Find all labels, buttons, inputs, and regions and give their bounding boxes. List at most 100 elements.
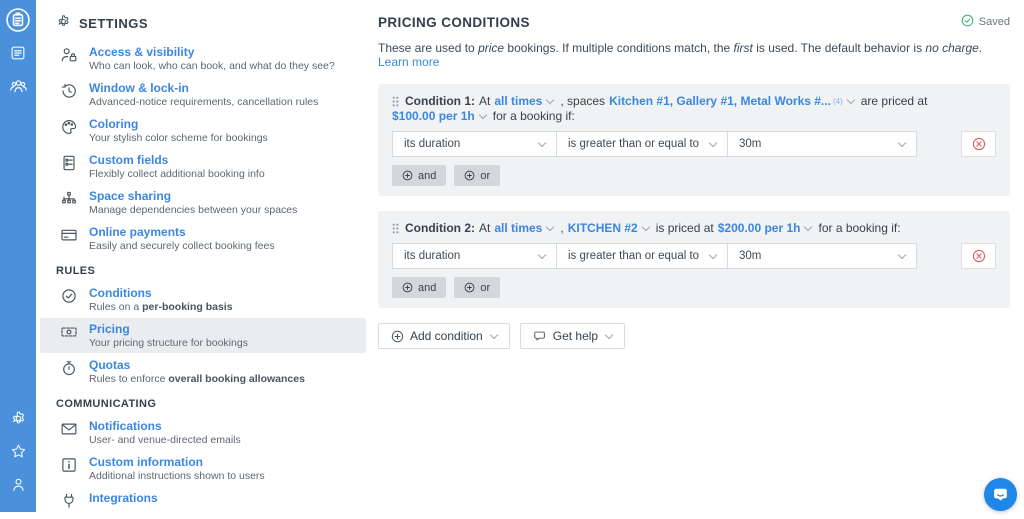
condition-summary: Condition 1: At all times , spaces Kitch… [392, 94, 996, 124]
sidebar-item-subtitle: Easily and securely collect booking fees [89, 240, 275, 252]
drag-handle-icon[interactable] [392, 96, 399, 107]
spaces-selector[interactable]: Kitchen #1, Gallery #1, Metal Works #... [609, 94, 831, 109]
chevron-down-icon [546, 223, 554, 231]
settings-sidebar: SETTINGS Access & visibility Who can loo… [36, 0, 368, 512]
bookings-list-icon[interactable] [5, 40, 31, 66]
pricing-conditions-panel: PRICING CONDITIONS Saved These are used … [378, 0, 1010, 349]
condition-text: , spaces [560, 94, 605, 109]
chat-launcher-button[interactable] [984, 478, 1017, 511]
add-or-button[interactable]: or [454, 277, 500, 298]
sidebar-item-subtitle: Your stylish color scheme for bookings [89, 132, 268, 144]
condition-card-2: Condition 2: At all times , KITCHEN #2 i… [378, 211, 1010, 308]
saved-check-icon [961, 14, 974, 30]
sidebar-item-subtitle: Your pricing structure for bookings [89, 337, 248, 349]
rail-settings-gear-icon[interactable] [5, 405, 31, 431]
add-and-button[interactable]: and [392, 277, 446, 298]
time-selector[interactable]: all times [494, 221, 542, 236]
field-select[interactable]: its duration [392, 243, 557, 269]
delete-condition-button[interactable] [961, 243, 996, 269]
chevron-down-icon [804, 223, 812, 231]
sidebar-item-window-lock-in[interactable]: Window & lock-in Advanced-notice require… [40, 77, 366, 112]
drag-handle-icon[interactable] [392, 223, 399, 234]
sidebar-item-subtitle: Flexibly collect additional booking info [89, 168, 265, 180]
sidebar-item-subtitle: Advanced-notice requirements, cancellati… [89, 96, 318, 108]
saved-status: Saved [961, 14, 1010, 30]
value-select[interactable]: 30m [727, 131, 917, 157]
sidebar-item-notifications[interactable]: Notifications User- and venue-directed e… [40, 415, 366, 450]
operator-select[interactable]: is greater than or equal to [556, 243, 728, 269]
sidebar-item-subtitle: Rules to enforce overall booking allowan… [89, 373, 305, 385]
settings-title: SETTINGS [79, 16, 148, 31]
delete-condition-button[interactable] [961, 131, 996, 157]
learn-more-link[interactable]: Learn more [378, 55, 439, 69]
chevron-down-icon [846, 96, 854, 104]
app-logo-icon[interactable] [5, 7, 31, 33]
add-condition-button[interactable]: Add condition [378, 323, 510, 349]
price-selector[interactable]: $100.00 per 1h [392, 109, 475, 124]
sidebar-item-subtitle: Who can look, who can book, and what do … [89, 60, 335, 72]
field-select[interactable]: its duration [392, 131, 557, 157]
add-and-button[interactable]: and [392, 165, 446, 186]
condition-text: for a booking if: [493, 109, 575, 124]
sidebar-item-space-sharing[interactable]: Space sharing Manage dependencies betwee… [40, 185, 366, 220]
spaces-selector[interactable]: KITCHEN #2 [568, 221, 638, 236]
chevron-down-icon [546, 96, 554, 104]
condition-text: At [479, 94, 490, 109]
palette-icon [60, 117, 78, 144]
chevron-down-icon [709, 250, 717, 258]
sidebar-item-title: Custom fields [89, 153, 265, 167]
sidebar-item-access-visibility[interactable]: Access & visibility Who can look, who ca… [40, 41, 366, 76]
chevron-down-icon [709, 138, 717, 146]
condition-label: Condition 2: [405, 221, 475, 236]
condition-text: for a booking if: [818, 221, 900, 236]
sidebar-item-conditions[interactable]: Conditions Rules on a per-booking basis [40, 282, 366, 317]
condition-text: At [479, 221, 490, 236]
sidebar-item-title: Space sharing [89, 189, 297, 203]
chevron-down-icon [898, 250, 906, 258]
chevron-down-icon [605, 330, 613, 338]
condition-text: are priced at [861, 94, 928, 109]
hierarchy-icon [60, 189, 78, 216]
sidebar-item-subtitle: Manage dependencies between your spaces [89, 204, 297, 216]
sidebar-item-pricing[interactable]: Pricing Your pricing structure for booki… [40, 318, 366, 353]
add-or-button[interactable]: or [454, 165, 500, 186]
sidebar-item-title: Notifications [89, 419, 241, 433]
sidebar-item-title: Quotas [89, 358, 305, 372]
sidebar-item-quotas[interactable]: Quotas Rules to enforce overall booking … [40, 354, 366, 389]
chevron-down-icon [898, 138, 906, 146]
sidebar-item-title: Integrations [89, 491, 158, 505]
value-select[interactable]: 30m [727, 243, 917, 269]
get-help-button[interactable]: Get help [520, 323, 625, 349]
community-icon[interactable] [5, 73, 31, 99]
info-square-icon [60, 455, 78, 482]
sidebar-item-subtitle: Rules on a per-booking basis [89, 301, 233, 313]
sidebar-item-integrations[interactable]: Integrations [40, 487, 366, 519]
stopwatch-icon [60, 358, 78, 385]
bottom-actions: Add condition Get help [378, 323, 1010, 349]
check-badge-icon [60, 286, 78, 313]
sidebar-item-subtitle: Additional instructions shown to users [89, 470, 265, 482]
credit-card-icon [60, 225, 78, 252]
sidebar-item-custom-information[interactable]: Custom information Additional instructio… [40, 451, 366, 486]
account-icon[interactable] [5, 471, 31, 497]
chevron-down-icon [478, 111, 486, 119]
user-lock-icon [60, 45, 78, 72]
chevron-down-icon [641, 223, 649, 231]
gear-icon [56, 14, 71, 32]
star-icon[interactable] [5, 438, 31, 464]
chevron-down-icon [538, 250, 546, 258]
price-selector[interactable]: $200.00 per 1h [718, 221, 801, 236]
sidebar-item-custom-fields[interactable]: Custom fields Flexibly collect additiona… [40, 149, 366, 184]
condition-text: , [560, 221, 563, 236]
sidebar-item-online-payments[interactable]: Online payments Easily and securely coll… [40, 221, 366, 256]
sidebar-item-title: Window & lock-in [89, 81, 318, 95]
saved-label: Saved [979, 16, 1010, 28]
time-selector[interactable]: all times [494, 94, 542, 109]
condition-card-1: Condition 1: At all times , spaces Kitch… [378, 84, 1010, 196]
page-description: These are used to price bookings. If mul… [378, 41, 1010, 69]
operator-select[interactable]: is greater than or equal to [556, 131, 728, 157]
sidebar-item-subtitle: User- and venue-directed emails [89, 434, 241, 446]
sidebar-item-coloring[interactable]: Coloring Your stylish color scheme for b… [40, 113, 366, 148]
sidebar-item-title: Access & visibility [89, 45, 335, 59]
page-title: PRICING CONDITIONS [378, 15, 530, 30]
